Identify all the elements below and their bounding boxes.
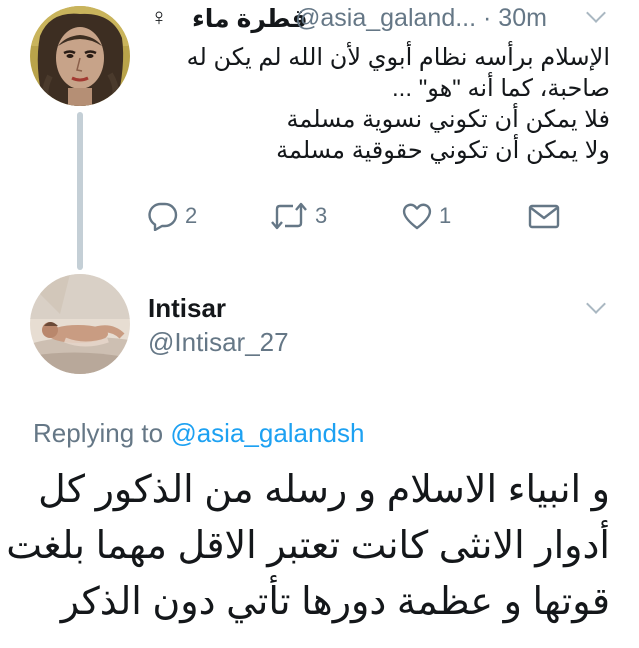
portrait-avatar-image xyxy=(30,6,130,106)
replying-to-mention[interactable]: @asia_galandsh xyxy=(170,418,364,448)
reply-tweet-text: و انبياء الاسلام و رسله من الذكور كل أدو… xyxy=(6,462,610,630)
parent-text-line: ولا يمكن أن تكوني حقوقية مسلمة xyxy=(276,137,610,164)
parent-text-line: صاحبة، كما أنه "هو" ... xyxy=(392,75,610,102)
tweet-thread: ♀ قطرة ماء @asia_galand... · 30m الإسلام… xyxy=(0,0,639,648)
chevron-down-icon[interactable] xyxy=(586,294,606,314)
reply-bubble-icon xyxy=(148,202,178,231)
envelope-icon xyxy=(528,204,560,229)
reply-text-line: أدوار الانثى كانت تعتبر الاقل مهما بلغت xyxy=(6,525,610,567)
like-count: 1 xyxy=(439,203,452,228)
parent-author-avatar[interactable] xyxy=(30,6,130,106)
like-button[interactable]: 1 xyxy=(401,196,451,236)
parent-handle-time: @asia_galand... · 30m xyxy=(295,4,547,33)
retweet-count: 3 xyxy=(315,203,328,228)
parent-timestamp[interactable]: 30m xyxy=(498,4,547,32)
reply-author-avatar[interactable] xyxy=(30,274,130,374)
replying-prefix: Replying to xyxy=(33,418,164,448)
gender-symbol: ♀ xyxy=(150,4,168,31)
reply-display-name[interactable]: Intisar xyxy=(148,293,226,324)
separator-dot: · xyxy=(483,4,492,32)
direct-message-button[interactable] xyxy=(527,196,561,236)
reply-button[interactable]: 2 xyxy=(147,196,197,236)
reply-text-line: و انبياء الاسلام و رسله من الذكور كل xyxy=(38,469,610,511)
parent-handle[interactable]: @asia_galand... xyxy=(295,4,476,32)
thread-connector-line xyxy=(77,112,83,270)
parent-action-bar: 2 3 1 xyxy=(0,196,639,236)
reply-handle[interactable]: @Intisar_27 xyxy=(148,327,289,358)
parent-text-line: فلا يمكن أن تكوني نسوية مسلمة xyxy=(286,106,610,133)
parent-tweet-text: الإسلام برأسه نظام أبوي لأن الله لم يكن … xyxy=(150,42,610,166)
reply-count: 2 xyxy=(185,203,198,228)
retweet-arrows-icon xyxy=(271,202,307,230)
heart-outline-icon xyxy=(402,203,432,230)
parent-tweet-header: ♀ قطرة ماء @asia_galand... · 30m xyxy=(150,4,620,38)
reclining-figure-avatar-image xyxy=(30,274,130,374)
parent-display-name[interactable]: قطرة ماء xyxy=(192,4,308,34)
retweet-button[interactable]: 3 xyxy=(269,196,327,236)
reply-text-line: قوتها و عظمة دورها تأتي دون الذكر xyxy=(60,581,610,623)
parent-text-line: الإسلام برأسه نظام أبوي لأن الله لم يكن … xyxy=(186,44,610,71)
replying-to-line: Replying to @asia_galandsh xyxy=(33,418,364,449)
